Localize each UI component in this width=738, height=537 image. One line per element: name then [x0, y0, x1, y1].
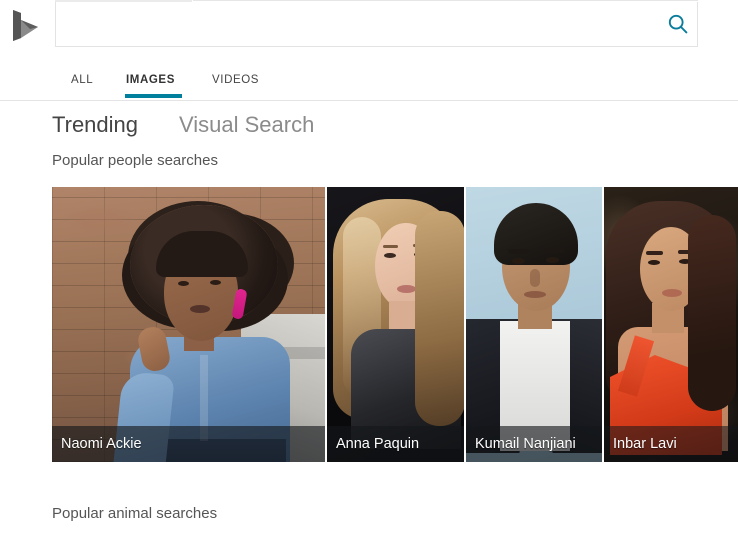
search-input[interactable] [68, 3, 662, 48]
people-card-name: Naomi Ackie [61, 436, 142, 452]
card-separator [602, 187, 604, 462]
people-card-photo [466, 187, 602, 462]
section-title-popular-animal: Popular animal searches [52, 505, 218, 522]
subnav-item-trending[interactable]: Trending [52, 112, 138, 138]
people-card-photo [604, 187, 738, 462]
people-card-inbar-lavi[interactable]: Inbar Lavi [604, 187, 738, 462]
people-card-name: Kumail Nanjiani [475, 436, 576, 452]
people-card-name: Anna Paquin [336, 436, 420, 452]
people-card-naomi-ackie[interactable]: Naomi Ackie [52, 187, 325, 462]
people-card-caption: Inbar Lavi [604, 426, 738, 462]
tab-all-label: ALL [71, 74, 94, 86]
tab-videos-label: VIDEOS [212, 74, 260, 86]
people-card-name: Inbar Lavi [613, 436, 677, 452]
section-title-popular-people: Popular people searches [52, 152, 218, 169]
people-card-caption: Naomi Ackie [52, 426, 325, 462]
search-vertical-tabs: ALL IMAGES VIDEOS [0, 62, 738, 101]
card-separator [464, 187, 466, 462]
people-card-kumail-nanjiani[interactable]: Kumail Nanjiani [466, 187, 602, 462]
people-card-anna-paquin[interactable]: Anna Paquin [327, 187, 464, 462]
tab-all[interactable]: ALL [71, 69, 93, 101]
people-card-photo [52, 187, 325, 462]
people-card-caption: Anna Paquin [327, 426, 464, 462]
people-card-caption: Kumail Nanjiani [466, 426, 602, 462]
suggestion-panel-stub-line [193, 0, 698, 1]
tab-videos[interactable]: VIDEOS [212, 69, 259, 101]
people-card-photo [327, 187, 464, 462]
search-icon [668, 14, 688, 34]
bing-images-trending-page: ALL IMAGES VIDEOS Trending Visual Search… [0, 0, 738, 537]
tab-images-label: IMAGES [126, 74, 175, 86]
card-separator [325, 187, 327, 462]
active-tab-underline [125, 94, 182, 98]
tabs-divider [0, 100, 738, 101]
subnav-item-visual-search[interactable]: Visual Search [179, 112, 314, 138]
search-button[interactable] [660, 6, 696, 42]
popular-people-card-row: Naomi Ackie Anna Paquin Kumail Nanjiani … [52, 187, 738, 462]
bing-b-logo[interactable] [8, 8, 44, 48]
